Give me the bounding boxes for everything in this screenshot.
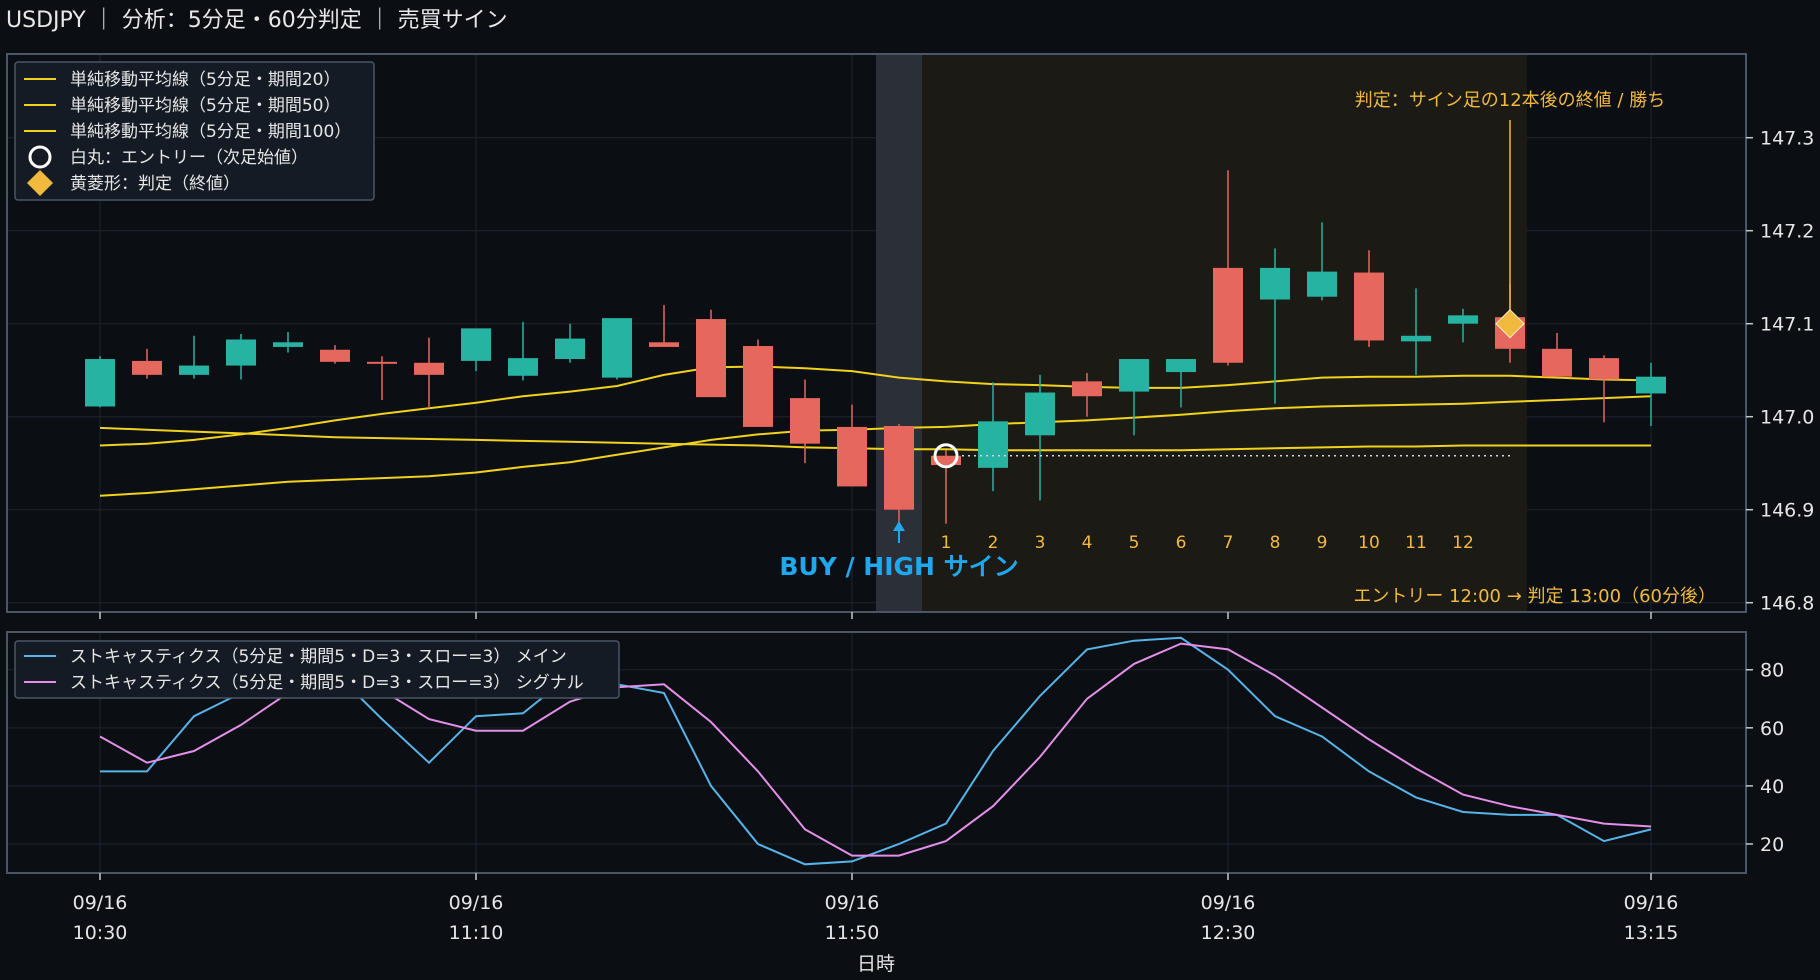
count-label: 3 [1035, 533, 1046, 553]
count-label: 7 [1223, 533, 1234, 553]
candle-down [884, 426, 914, 510]
x-tick-time: 11:10 [449, 922, 504, 944]
candle-down [837, 426, 867, 487]
x-tick-time: 11:50 [825, 922, 880, 944]
candle-up [1401, 335, 1431, 342]
candle-up [1448, 315, 1478, 324]
x-tick-date: 09/16 [449, 892, 504, 914]
x-tick-time: 10:30 [73, 922, 128, 944]
x-axis-label: 日時 [857, 953, 895, 975]
candle-up [1260, 267, 1290, 300]
count-label: 11 [1405, 533, 1427, 553]
count-label: 2 [988, 533, 999, 553]
stoch-legend-label: ストキャスティクス（5分足・期間5・D=3・スロー=3） シグナル [70, 673, 584, 693]
count-label: 1 [941, 533, 952, 553]
price-legend-label: 単純移動平均線（5分足・期間20） [70, 70, 340, 90]
candle-down [1354, 272, 1384, 341]
candle-down [696, 319, 726, 398]
price-tick-label: 146.8 [1760, 593, 1814, 615]
count-label: 6 [1176, 533, 1187, 553]
x-tick-time: 12:30 [1201, 922, 1256, 944]
candle-down [1589, 358, 1619, 380]
candle-up [1166, 359, 1196, 373]
price-legend-label: 白丸：エントリー（次足始値） [70, 148, 308, 168]
price-legend-label: 単純移動平均線（5分足・期間50） [70, 96, 340, 116]
stoch-tick-label: 80 [1760, 660, 1784, 682]
period-text: エントリー 12:00 → 判定 13:00（60分後） [1353, 586, 1716, 607]
price-tick-label: 147.2 [1760, 221, 1814, 243]
candle-down [743, 346, 773, 427]
x-tick-date: 09/16 [73, 892, 128, 914]
candle-up [461, 328, 491, 361]
price-tick-label: 147.0 [1760, 407, 1814, 429]
candle-up [1307, 271, 1337, 297]
count-label: 12 [1452, 533, 1474, 553]
candle-down [1072, 381, 1102, 397]
count-label: 5 [1129, 533, 1140, 553]
price-tick-label: 147.3 [1760, 128, 1814, 150]
judge-annotation: 判定：サイン足の12本後の終値 / 勝ち [1355, 90, 1665, 111]
chart-canvas: 判定：サイン足の12本後の終値 / 勝ち1 2 3 4 5 6 7 8 9 10 11 12BUY /… [6, 53, 1814, 975]
candle-up [273, 342, 303, 347]
candle-up [1025, 392, 1055, 436]
price-legend-label: 黄菱形：判定（終値） [70, 174, 240, 194]
candle-down [649, 342, 679, 347]
candle-up [508, 358, 538, 376]
candle-down [790, 398, 820, 444]
candle-up [555, 338, 585, 360]
candle-down [414, 362, 444, 375]
candle-up [978, 421, 1008, 468]
candle-up [179, 365, 209, 375]
count-label: 8 [1270, 533, 1281, 553]
x-tick-time: 13:15 [1624, 922, 1679, 944]
price-tick-label: 147.1 [1760, 314, 1814, 336]
x-tick-date: 09/16 [1201, 892, 1256, 914]
candle-down [1213, 267, 1243, 363]
candle-up [602, 318, 632, 378]
count-label: 4 [1082, 533, 1093, 553]
stoch-tick-label: 20 [1760, 834, 1784, 856]
candle-down [320, 349, 350, 362]
stoch-tick-label: 40 [1760, 776, 1784, 798]
x-tick-date: 09/16 [1624, 892, 1679, 914]
buy-signal-label: BUY / HIGH サイン [779, 552, 1018, 581]
signal-overlay [876, 54, 1527, 612]
price-legend-label: 単純移動平均線（5分足・期間100） [70, 122, 351, 142]
stoch-legend-label: ストキャスティクス（5分足・期間5・D=3・スロー=3） メイン [70, 647, 567, 667]
x-tick-date: 09/16 [825, 892, 880, 914]
candle-down [132, 360, 162, 375]
candle-down [1542, 348, 1572, 377]
candle-down [367, 361, 397, 364]
candle-up [85, 359, 115, 407]
count-label: 10 [1358, 533, 1380, 553]
candle-up [1119, 359, 1149, 392]
candle-up [1636, 376, 1666, 394]
count-label: 9 [1317, 533, 1328, 553]
stoch-tick-label: 60 [1760, 718, 1784, 740]
price-tick-label: 146.9 [1760, 500, 1814, 522]
candle-up [226, 339, 256, 366]
